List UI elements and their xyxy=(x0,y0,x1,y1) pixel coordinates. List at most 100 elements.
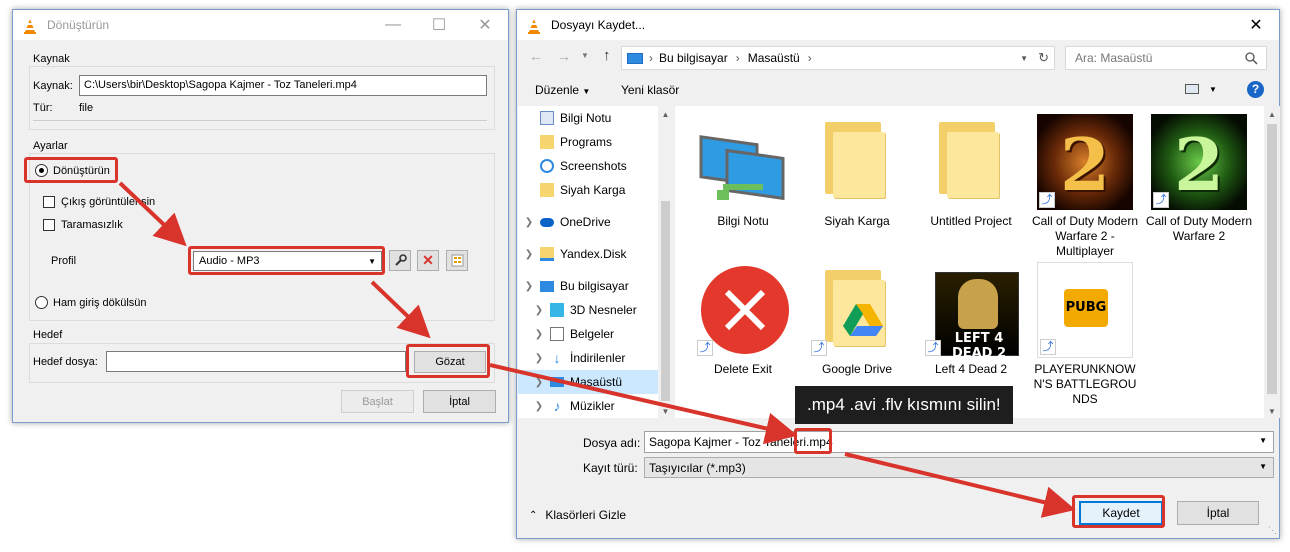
sidebar-item-indirilenler[interactable]: ❯ ↓ İndirilenler xyxy=(518,346,673,370)
start-button[interactable]: Başlat xyxy=(341,390,414,413)
vlc-icon xyxy=(24,19,36,34)
sidebar-item-belgeler[interactable]: ❯ Belgeler xyxy=(518,322,673,346)
refresh-icon[interactable]: ↻ xyxy=(1038,50,1049,66)
sidebar-item-label: Bu bilgisayar xyxy=(560,279,629,293)
save-type-value: Taşıyıcılar (*.mp3) xyxy=(649,461,746,475)
help-icon[interactable]: ? xyxy=(1247,81,1264,98)
sidebar-item-screenshots[interactable]: Screenshots xyxy=(518,154,673,178)
window-title: Dönüştürün xyxy=(47,18,110,32)
chevron-right-icon[interactable]: ❯ xyxy=(522,249,536,260)
chevron-down-icon: ▼ xyxy=(582,87,591,96)
deinterlace-label: Taramasızlık xyxy=(61,219,123,231)
search-input[interactable]: Ara: Masaüstü xyxy=(1065,46,1267,70)
save-type-dropdown[interactable]: Taşıyıcılar (*.mp3) ▼ xyxy=(644,457,1274,478)
search-placeholder: Ara: Masaüstü xyxy=(1075,51,1153,65)
breadcrumb-item[interactable]: Bu bilgisayar xyxy=(659,51,728,65)
chevron-down-icon: ▼ xyxy=(1209,84,1217,94)
new-profile-button[interactable] xyxy=(446,250,468,271)
file-label: Siyah Karga xyxy=(824,214,890,228)
sidebar-item-programs[interactable]: Programs xyxy=(518,130,673,154)
chevron-down-icon: ▼ xyxy=(1259,462,1267,471)
chevron-right-icon[interactable]: ❯ xyxy=(522,217,536,228)
highlight-save-button xyxy=(1072,495,1165,528)
chevron-down-icon[interactable]: ❯ xyxy=(522,281,536,292)
scroll-up-icon[interactable]: ▲ xyxy=(658,110,673,119)
file-item[interactable]: PUBG ⤴ PLAYERUNKNOWN'S BATTLEGROUNDS xyxy=(1029,262,1141,407)
destination-group-title: Hedef xyxy=(33,329,63,341)
folder-icon xyxy=(540,135,554,149)
chevron-right-icon[interactable]: ❯ xyxy=(532,377,546,388)
sidebar-item-3d-nesneler[interactable]: ❯ 3D Nesneler xyxy=(518,298,673,322)
sidebar-item-bu-bilgisayar[interactable]: ❯ Bu bilgisayar xyxy=(518,274,673,298)
search-icon xyxy=(1245,51,1258,65)
wrench-icon xyxy=(394,254,407,266)
file-list-scrollbar[interactable]: ▲ ▼ xyxy=(1264,106,1280,418)
sidebar-item-masaustu[interactable]: ❯ Masaüstü xyxy=(518,370,673,394)
scroll-up-icon[interactable]: ▲ xyxy=(1264,110,1280,119)
new-folder-button[interactable]: Yeni klasör xyxy=(621,83,679,97)
file-name-input[interactable]: Sagopa Kajmer - Toz Taneleri.mp4 ▼ xyxy=(644,431,1274,453)
chevron-right-icon[interactable]: ❯ xyxy=(532,305,546,316)
highlight-file-extension xyxy=(794,428,832,454)
chevron-right-icon[interactable]: ❯ xyxy=(532,353,546,364)
file-label: Google Drive xyxy=(821,362,893,376)
file-item[interactable]: ⤴ Delete Exit xyxy=(687,262,799,377)
file-item[interactable]: LEFT 4 DEAD 2 ⤴ Left 4 Dead 2 xyxy=(915,262,1027,377)
cancel-button[interactable]: İptal xyxy=(423,390,496,413)
chevron-down-icon[interactable]: ▼ xyxy=(1020,54,1028,63)
close-button[interactable]: ✕ xyxy=(1233,10,1279,40)
organize-button[interactable]: Düzenle ▼ xyxy=(535,83,590,97)
chevron-right-icon[interactable]: ❯ xyxy=(532,401,546,412)
address-bar[interactable]: › Bu bilgisayar › Masaüstü › ▼ ↻ xyxy=(621,46,1055,70)
minimize-button[interactable]: — xyxy=(370,10,416,40)
raw-dump-radio[interactable] xyxy=(35,296,48,309)
delete-profile-button[interactable]: ✕ xyxy=(417,250,439,271)
file-item[interactable]: 2 ⤴ Call of Duty Modern Warfare 2 xyxy=(1143,114,1255,244)
maximize-button[interactable]: ☐ xyxy=(416,10,462,40)
sidebar-item-onedrive[interactable]: ❯ OneDrive xyxy=(518,210,673,234)
type-label: Tür: xyxy=(33,102,53,114)
scroll-down-icon[interactable]: ▼ xyxy=(658,407,673,416)
view-options-button[interactable]: ▼ xyxy=(1185,84,1217,94)
file-item[interactable]: Siyah Karga xyxy=(801,114,913,229)
source-group-title: Kaynak xyxy=(33,53,70,65)
yandex-icon xyxy=(540,247,554,261)
error-icon: ⤴ xyxy=(695,262,791,358)
chevron-right-icon[interactable]: ❯ xyxy=(532,329,546,340)
resize-grip[interactable]: ⋱ xyxy=(1268,525,1277,536)
file-item[interactable]: Untitled Project xyxy=(915,114,1027,229)
recent-dropdown[interactable]: ▼ xyxy=(581,51,589,60)
file-label: Untitled Project xyxy=(930,214,1012,228)
forward-button[interactable]: → xyxy=(557,48,571,64)
show-output-checkbox[interactable] xyxy=(43,196,55,208)
scrollbar-thumb[interactable] xyxy=(661,201,670,401)
deinterlace-checkbox[interactable] xyxy=(43,219,55,231)
file-label: Call of Duty Modern Warfare 2 - Multipla… xyxy=(1031,214,1139,258)
scrollbar-thumb[interactable] xyxy=(1267,124,1277,394)
chevron-down-icon[interactable]: ▼ xyxy=(1259,436,1267,445)
folder-icon xyxy=(540,183,554,197)
hide-folders-button[interactable]: ⌃ Klasörleri Gizle xyxy=(529,508,626,522)
shortcut-arrow-icon: ⤴ xyxy=(925,340,941,356)
destination-file-field[interactable] xyxy=(106,351,406,372)
delete-icon: ✕ xyxy=(422,252,434,268)
back-button[interactable]: ← xyxy=(529,48,543,64)
up-button[interactable]: ↑ xyxy=(603,47,611,64)
file-item[interactable]: 2 ⤴ Call of Duty Modern Warfare 2 - Mult… xyxy=(1029,114,1141,259)
game-icon: LEFT 4 DEAD 2 ⤴ xyxy=(923,262,1019,361)
sidebar-item-siyah-karga[interactable]: Siyah Karga xyxy=(518,178,673,202)
sidebar-scrollbar[interactable]: ▲ ▼ xyxy=(658,106,673,418)
close-button[interactable]: ✕ xyxy=(462,10,508,40)
edit-profile-button[interactable] xyxy=(389,250,411,271)
sidebar-item-label: Programs xyxy=(560,135,613,149)
sidebar-item-yandex-disk[interactable]: ❯ Yandex.Disk xyxy=(518,242,673,266)
breadcrumb-item[interactable]: Masaüstü xyxy=(748,51,800,65)
scroll-down-icon[interactable]: ▼ xyxy=(1264,407,1280,416)
file-item[interactable]: ⤴ Google Drive xyxy=(801,262,913,377)
sidebar-item-muzikler[interactable]: ❯ ♪ Müzikler xyxy=(518,394,673,418)
computer-icon xyxy=(540,280,554,292)
file-item[interactable]: Bilgi Notu xyxy=(687,114,799,229)
source-path-field[interactable]: C:\Users\bir\Desktop\Sagopa Kajmer - Toz… xyxy=(79,75,487,96)
dialog-cancel-button[interactable]: İptal xyxy=(1177,501,1259,525)
sidebar-item-bilgi-notu[interactable]: Bilgi Notu xyxy=(518,106,673,130)
